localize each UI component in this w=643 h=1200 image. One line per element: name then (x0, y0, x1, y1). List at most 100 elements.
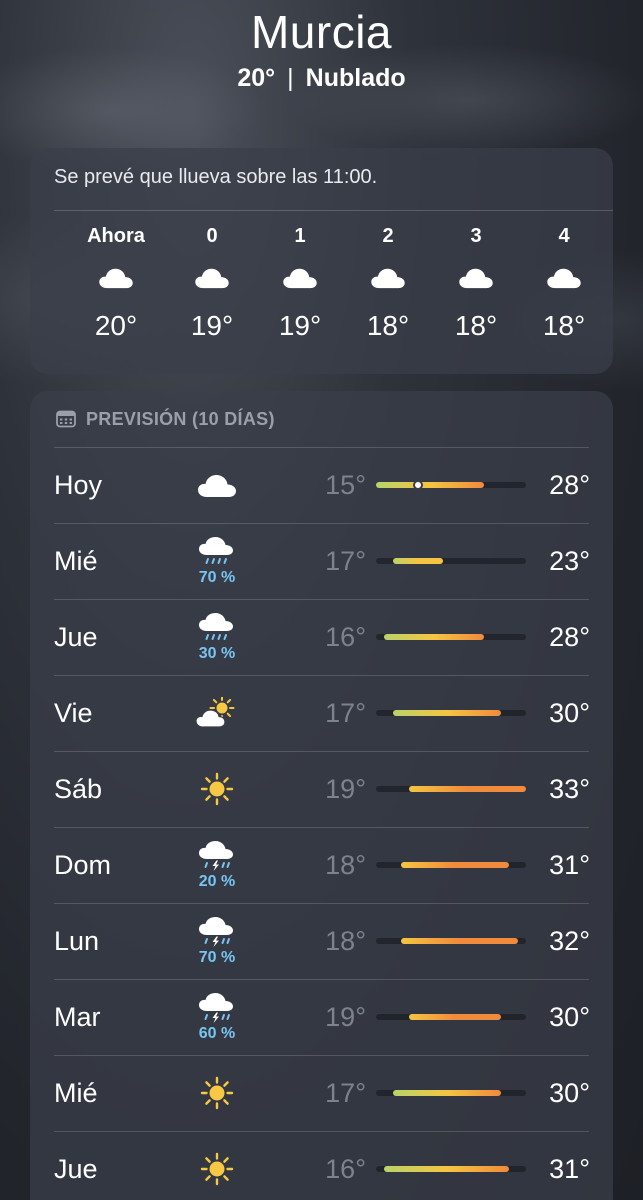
day-row[interactable]: Jue 16° 31° (30, 1131, 613, 1200)
temp-range-fill (401, 862, 510, 868)
day-name: Mar (54, 1002, 101, 1032)
day-name: Vie (54, 698, 93, 728)
cloud-icon (344, 250, 432, 306)
high-temp: 30° (549, 698, 590, 728)
hour-temp: 19° (190, 310, 234, 341)
day-name: Jue (54, 1154, 98, 1184)
hour-item: 1 19° (256, 222, 344, 346)
hour-temp: 1 (608, 306, 613, 346)
precip-chance: 70 % (198, 948, 236, 966)
day-name: Mié (54, 546, 98, 576)
low-temp: 19° (325, 1002, 366, 1032)
temp-range-fill (384, 1166, 510, 1172)
ten-day-title: PREVISIÓN (10 DÍAS) (86, 408, 275, 429)
cloud-storm-icon (197, 840, 237, 872)
hour-item: 1 (608, 222, 613, 346)
low-temp: 15° (325, 470, 366, 500)
hour-temp: 18° (542, 310, 586, 341)
day-condition: 70 % (182, 523, 252, 599)
precip-chance: 30 % (198, 644, 236, 662)
high-temp: 31° (549, 1154, 590, 1184)
day-row[interactable]: Hoy 15° 28° (30, 447, 613, 523)
day-row[interactable]: Sáb 19° 33° (30, 751, 613, 827)
day-row[interactable]: Mar 60 % 19° 30° (30, 979, 613, 1055)
temp-range-fill (401, 938, 518, 944)
high-temp: 28° (549, 470, 590, 500)
high-temp: 31° (549, 850, 590, 880)
calendar-icon (56, 410, 76, 428)
current-temp: 20° (237, 64, 276, 92)
cloud-icon (608, 250, 613, 306)
high-temp: 33° (549, 774, 590, 804)
hour-label: 4 (558, 225, 570, 247)
hourly-strip[interactable]: Ahora 20° 0 19° 1 19° 2 18° 3 18° 4 18° 1 (30, 222, 613, 372)
temp-range-bar (376, 1166, 526, 1172)
city-name: Murcia (250, 6, 393, 58)
hour-label: 3 (470, 225, 482, 247)
precip-chance: 70 % (198, 568, 236, 586)
current-summary: 20° | Nublado (0, 62, 643, 94)
low-temp: 16° (325, 622, 366, 652)
low-temp: 17° (325, 546, 366, 576)
precip-chance: 60 % (198, 1024, 236, 1042)
day-row[interactable]: Mié 70 % 17° 23° (30, 523, 613, 599)
cloud-storm-icon (197, 916, 237, 948)
day-condition: 30 % (182, 599, 252, 675)
day-condition (182, 1055, 252, 1131)
day-condition: 20 % (182, 827, 252, 903)
high-temp: 28° (549, 622, 590, 652)
day-condition: 60 % (182, 979, 252, 1055)
high-temp: 30° (549, 1078, 590, 1108)
day-condition: 70 % (182, 903, 252, 979)
sun-icon (199, 771, 235, 807)
hour-temp: 19° (278, 310, 322, 341)
temp-range-fill (392, 710, 501, 716)
day-row[interactable]: Lun 70 % 18° 32° (30, 903, 613, 979)
location-header: Murcia 20° | Nublado (0, 6, 643, 94)
temp-range-bar (376, 1014, 526, 1020)
temp-range-fill (409, 786, 526, 792)
day-row[interactable]: Mié 17° 30° (30, 1055, 613, 1131)
temp-range-bar (376, 1090, 526, 1096)
precip-chance: 20 % (198, 872, 236, 890)
temp-range-fill (384, 634, 485, 640)
ten-day-forecast-card[interactable]: PREVISIÓN (10 DÍAS) Hoy 15° 28° Mié 70 % 17° 2… (30, 391, 613, 1200)
temp-range-fill (376, 482, 485, 488)
day-name: Mié (54, 1078, 98, 1108)
temp-range-bar (376, 862, 526, 868)
divider (54, 210, 613, 211)
high-temp: 30° (549, 1002, 590, 1032)
hour-temp: 18° (454, 310, 498, 341)
rain-forecast-message: Se prevé que llueva sobre las 11:00. (54, 166, 378, 188)
hour-label (608, 222, 613, 250)
day-condition (182, 447, 252, 523)
day-name: Dom (54, 850, 112, 880)
cloud-rain-icon (197, 536, 237, 568)
cloud-icon (197, 473, 237, 498)
hour-temp: 20° (94, 310, 138, 341)
temp-range-bar (376, 938, 526, 944)
day-condition (182, 1131, 252, 1200)
temp-range-bar (376, 558, 526, 564)
current-temp-marker (412, 480, 423, 490)
day-row[interactable]: Dom 20 % 18° 31° (30, 827, 613, 903)
hourly-forecast-card[interactable]: Se prevé que llueva sobre las 11:00. Aho… (30, 148, 613, 374)
day-row[interactable]: Jue 30 % 16° 28° (30, 599, 613, 675)
sun-icon (199, 1151, 235, 1187)
cloud-rain-icon (197, 612, 237, 644)
hour-temp: 18° (366, 310, 410, 341)
hour-label: 1 (294, 225, 306, 247)
low-temp: 17° (325, 1078, 366, 1108)
hour-item: Ahora 20° (72, 222, 160, 346)
hour-item: 2 18° (344, 222, 432, 346)
ten-day-header: PREVISIÓN (10 DÍAS) (30, 391, 613, 447)
temp-range-bar (376, 634, 526, 640)
cloud-icon (432, 250, 520, 306)
day-name: Jue (54, 622, 98, 652)
day-row[interactable]: Vie 17° 30° (30, 675, 613, 751)
temp-range-fill (392, 1090, 501, 1096)
partly-sunny-icon (195, 697, 239, 729)
low-temp: 17° (325, 698, 366, 728)
day-name: Hoy (54, 470, 103, 500)
temp-range-bar (376, 786, 526, 792)
